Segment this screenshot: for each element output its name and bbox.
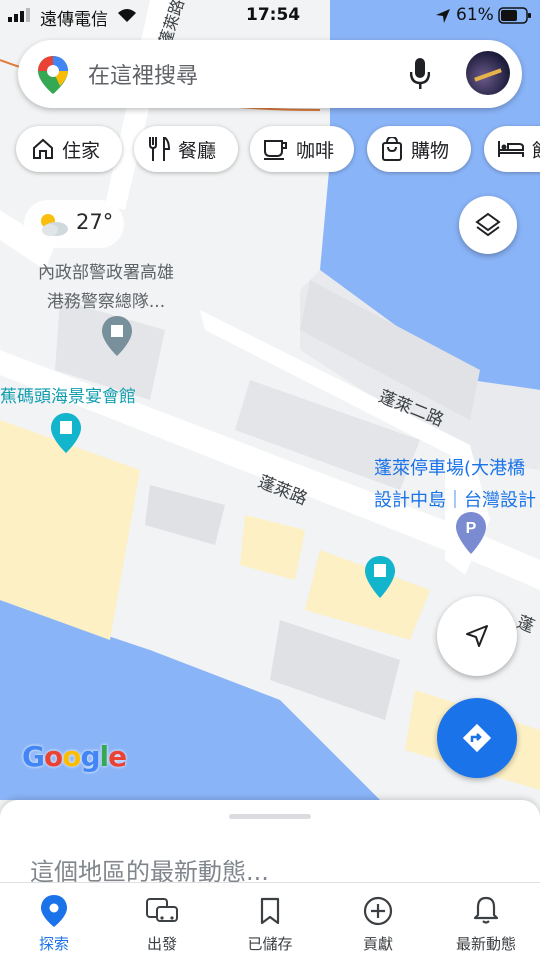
my-location-button[interactable] bbox=[437, 596, 517, 676]
parking-pin-icon[interactable]: P bbox=[456, 512, 486, 554]
explore-pin-icon bbox=[41, 895, 67, 927]
add-circle-icon bbox=[363, 896, 393, 926]
status-bar: 遠傳電信 17:54 61% bbox=[0, 0, 540, 32]
nav-label: 出發 bbox=[146, 935, 177, 953]
bell-icon bbox=[473, 896, 499, 924]
place-name: 蓬萊停車場(大港橋 bbox=[374, 458, 526, 479]
nav-commute[interactable]: 出發 bbox=[108, 883, 216, 961]
nav-label: 最新動態 bbox=[455, 935, 516, 953]
hotel-icon bbox=[498, 141, 524, 157]
attraction-pin-icon[interactable] bbox=[365, 556, 395, 598]
commute-icon bbox=[146, 898, 178, 922]
place-name: 蕉碼頭海景宴會館 bbox=[0, 387, 136, 407]
navigation-arrow-icon bbox=[466, 625, 488, 647]
chip-restaurant[interactable]: 餐廳 bbox=[134, 126, 238, 172]
weather-badge[interactable]: 27° bbox=[24, 200, 124, 248]
place-name: 設計中島｜台灣設計 bbox=[374, 490, 536, 511]
layers-button[interactable] bbox=[459, 196, 517, 254]
nav-contribute[interactable]: 貢獻 bbox=[324, 883, 432, 961]
nav-updates[interactable]: 最新動態 bbox=[432, 883, 540, 961]
carrier-label: 遠傳電信 bbox=[40, 10, 108, 30]
signal-icon bbox=[8, 8, 30, 22]
search-input[interactable]: 在這裡搜尋 bbox=[88, 58, 198, 90]
clock-label: 17:54 bbox=[246, 5, 301, 25]
chip-label: 住家 bbox=[62, 139, 101, 162]
nav-explore[interactable]: 探索 bbox=[0, 883, 108, 961]
chip-label: 購物 bbox=[411, 139, 450, 162]
weather-temp: 27° bbox=[76, 210, 114, 234]
place-name: 內政部警政署高雄 bbox=[38, 263, 174, 283]
directions-button[interactable] bbox=[437, 698, 517, 778]
shopping-bag-icon bbox=[382, 137, 402, 161]
restaurant-icon bbox=[149, 137, 170, 161]
nav-label: 探索 bbox=[38, 935, 69, 953]
bottom-nav: 探索 出發 已儲存 貢獻 最新動態 bbox=[0, 882, 540, 961]
partly-cloudy-icon bbox=[41, 214, 68, 236]
wifi-icon bbox=[118, 9, 136, 22]
nav-label: 已儲存 bbox=[247, 935, 293, 953]
home-icon bbox=[33, 138, 53, 159]
microphone-icon[interactable] bbox=[410, 58, 430, 90]
nav-label: 貢獻 bbox=[362, 935, 393, 953]
chip-hotel[interactable]: 飯 bbox=[484, 126, 540, 172]
svg-text:P: P bbox=[466, 520, 477, 537]
battery-icon bbox=[498, 7, 531, 24]
place-name: 港務警察總隊... bbox=[46, 292, 166, 312]
directions-icon bbox=[462, 723, 492, 753]
sheet-handle[interactable] bbox=[229, 814, 311, 819]
layers-icon bbox=[475, 212, 501, 237]
chip-label: 飯 bbox=[532, 136, 540, 163]
attraction-pin-icon[interactable] bbox=[51, 413, 81, 453]
chip-coffee[interactable]: 咖啡 bbox=[250, 126, 354, 172]
place-label-banquet[interactable]: 蕉碼頭海景宴會館 bbox=[0, 382, 136, 407]
place-label-police[interactable]: 內政部警政署高雄 港務警察總隊... bbox=[38, 258, 174, 312]
government-pin-icon[interactable] bbox=[102, 316, 132, 356]
google-logo: Google bbox=[22, 740, 127, 773]
chip-home[interactable]: 住家 bbox=[16, 126, 122, 172]
search-bar[interactable]: 在這裡搜尋 bbox=[18, 40, 522, 108]
place-label-parking[interactable]: 蓬萊停車場(大港橋 設計中島｜台灣設計 bbox=[374, 454, 536, 512]
chip-label: 餐廳 bbox=[178, 139, 217, 162]
google-maps-pin-icon bbox=[38, 56, 68, 94]
battery-percent: 61% bbox=[456, 5, 494, 25]
explore-sheet[interactable]: 這個地區的最新動態... bbox=[0, 800, 540, 886]
coffee-icon bbox=[264, 140, 287, 160]
chip-shopping[interactable]: 購物 bbox=[367, 126, 471, 172]
nav-saved[interactable]: 已儲存 bbox=[216, 883, 324, 961]
chip-label: 咖啡 bbox=[296, 139, 335, 162]
location-arrow-icon bbox=[436, 9, 450, 23]
avatar[interactable] bbox=[466, 51, 510, 95]
bookmark-icon bbox=[260, 897, 280, 925]
